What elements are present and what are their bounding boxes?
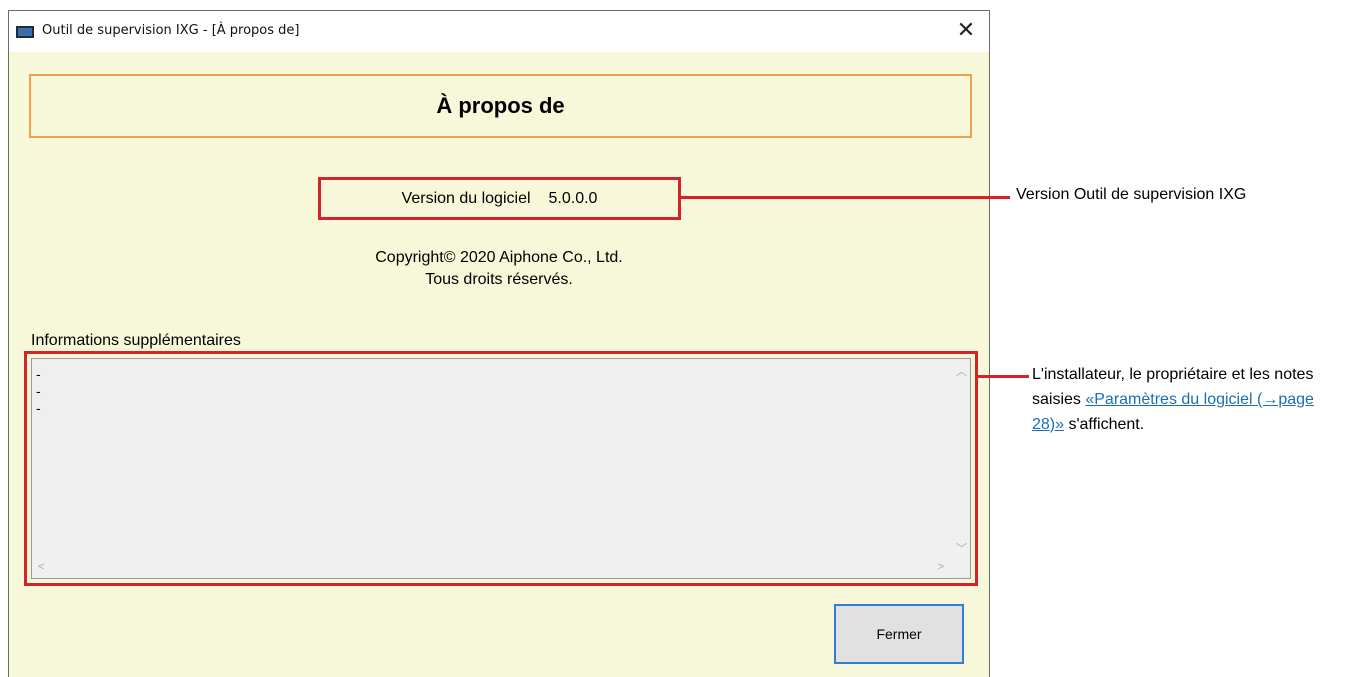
dialog-heading: À propos de bbox=[29, 74, 972, 138]
scroll-right-icon[interactable]: > bbox=[938, 561, 944, 573]
close-icon[interactable]: ✕ bbox=[951, 17, 981, 45]
software-version: Version du logiciel 5.0.0.0 bbox=[318, 177, 681, 220]
additional-info-label: Informations supplémentaires bbox=[31, 332, 241, 349]
version-label: Version du logiciel bbox=[401, 189, 531, 207]
version-value: 5.0.0.0 bbox=[548, 189, 598, 207]
additional-info-highlight: - - - ︿ ﹀ < > bbox=[24, 351, 978, 586]
title-bar[interactable]: Outil de supervision IXG - [À propos de]… bbox=[9, 11, 989, 52]
info-line: - bbox=[36, 385, 41, 400]
info-annotation-tail: s'affichent. bbox=[1064, 416, 1145, 433]
horizontal-scrollbar[interactable]: < > bbox=[32, 558, 950, 578]
additional-info-content: - - - bbox=[36, 367, 41, 418]
scroll-left-icon[interactable]: < bbox=[38, 561, 44, 573]
app-window-icon bbox=[16, 26, 34, 38]
info-leader-line bbox=[977, 375, 1029, 378]
scroll-up-icon[interactable]: ︿ bbox=[956, 363, 967, 379]
additional-info-textbox[interactable]: - - - ︿ ﹀ < > bbox=[31, 358, 971, 579]
rights-line: Tous droits réservés. bbox=[425, 271, 573, 288]
about-dialog-window: Outil de supervision IXG - [À propos de]… bbox=[8, 10, 990, 677]
version-leader-line bbox=[680, 196, 1010, 199]
copyright-line: Copyright© 2020 Aiphone Co., Ltd. bbox=[375, 249, 623, 266]
vertical-scrollbar[interactable]: ︿ ﹀ bbox=[950, 359, 970, 558]
info-annotation: L'installateur, le propriétaire et les n… bbox=[1032, 362, 1332, 437]
info-line: - bbox=[36, 368, 41, 383]
scroll-down-icon[interactable]: ﹀ bbox=[956, 540, 967, 556]
copyright-notice: Copyright© 2020 Aiphone Co., Ltd. Tous d… bbox=[9, 247, 989, 291]
window-title: Outil de supervision IXG - [À propos de] bbox=[42, 23, 300, 38]
close-button[interactable]: Fermer bbox=[834, 604, 964, 664]
version-annotation: Version Outil de supervision IXG bbox=[1016, 186, 1247, 203]
info-line: - bbox=[36, 402, 41, 417]
